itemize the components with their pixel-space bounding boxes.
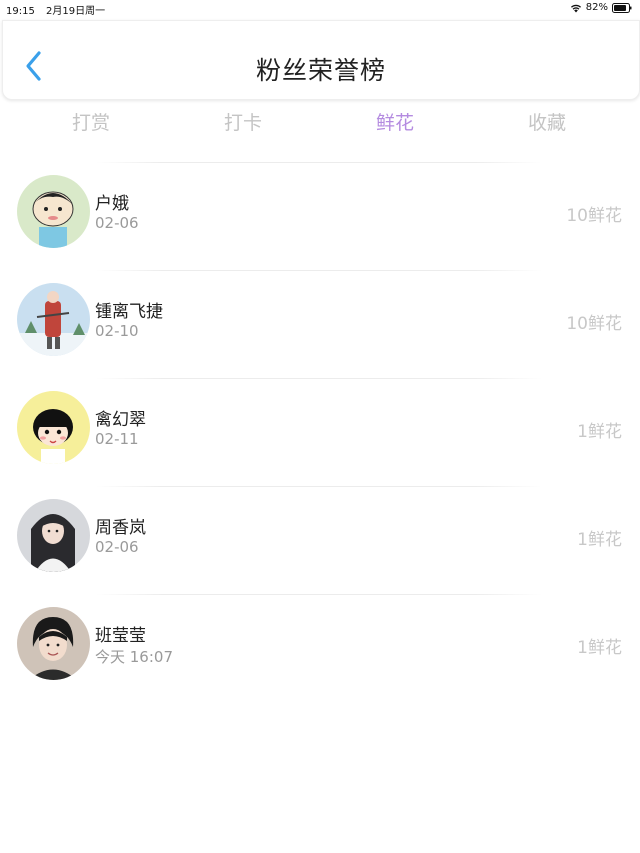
list-item[interactable]: 周香岚 02-06 1鲜花: [0, 487, 640, 594]
tab-favorites[interactable]: 收藏: [497, 108, 597, 135]
user-name: 班莹莹: [95, 626, 146, 646]
user-date: 02-10: [95, 322, 139, 340]
status-left: 19:15 2月19日周一: [6, 2, 113, 17]
tab-checkin[interactable]: 打卡: [193, 108, 293, 135]
avatar[interactable]: [17, 175, 90, 248]
battery-icon: [612, 2, 632, 13]
tab-bar: 打赏 打卡 鲜花 收藏: [0, 100, 640, 144]
page-title: 粉丝荣誉榜: [255, 56, 386, 85]
flower-count: 1鲜花: [577, 422, 622, 442]
nav-header: 粉丝荣誉榜: [2, 20, 640, 100]
fan-list: 户娥 02-06 10鲜花 锺离飞捷 02-10 10鲜花 禽幻翠 02-11 …: [0, 162, 640, 702]
status-date: 2月19日周一: [46, 6, 106, 17]
status-bar: 19:15 2月19日周一 82%: [0, 0, 640, 18]
battery-percent: 82%: [585, 2, 608, 13]
flower-count: 10鲜花: [566, 206, 622, 226]
avatar[interactable]: [17, 283, 90, 356]
cartoon-girl-avatar: [17, 391, 90, 464]
tab-reward[interactable]: 打赏: [41, 108, 141, 135]
status-right: 82%: [570, 2, 632, 13]
cartoon-boy-avatar: [17, 175, 90, 248]
girl-photo-avatar: [17, 499, 90, 572]
avatar[interactable]: [17, 499, 90, 572]
flower-count: 1鲜花: [577, 638, 622, 658]
user-name: 户娥: [95, 194, 129, 214]
wifi-icon: [570, 4, 581, 12]
avatar[interactable]: [17, 607, 90, 680]
avatar[interactable]: [17, 391, 90, 464]
status-time: 19:15: [6, 6, 35, 17]
list-item[interactable]: 禽幻翠 02-11 1鲜花: [0, 379, 640, 486]
list-item[interactable]: 锺离飞捷 02-10 10鲜花: [0, 271, 640, 378]
user-name: 锺离飞捷: [95, 302, 163, 322]
list-item[interactable]: 班莹莹 今天 16:07 1鲜花: [0, 595, 640, 702]
flower-count: 10鲜花: [566, 314, 622, 334]
boy-photo-avatar: [17, 607, 90, 680]
snow-figure-avatar: [17, 283, 90, 356]
flower-count: 1鲜花: [577, 530, 622, 550]
user-name: 禽幻翠: [95, 410, 146, 430]
user-date: 02-11: [95, 430, 139, 448]
user-date: 今天 16:07: [95, 648, 173, 666]
tab-flowers[interactable]: 鲜花: [345, 108, 445, 135]
user-date: 02-06: [95, 214, 139, 232]
user-name: 周香岚: [95, 518, 146, 538]
user-date: 02-06: [95, 538, 139, 556]
list-item[interactable]: 户娥 02-06 10鲜花: [0, 163, 640, 270]
